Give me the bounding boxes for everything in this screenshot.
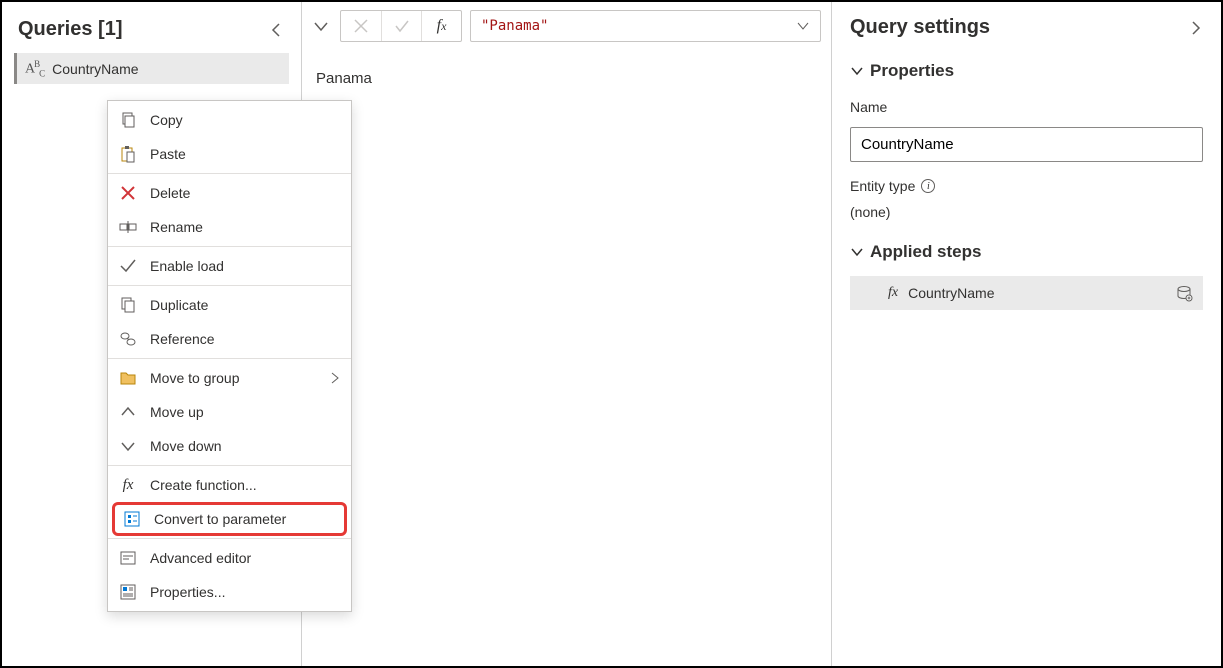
chevron-down-icon (118, 436, 138, 456)
rename-icon (118, 217, 138, 237)
editor-panel: fx "Panama" Panama (302, 2, 831, 666)
query-context-menu: Copy Paste Delete Rename Enable lo (107, 100, 352, 612)
applied-steps-section-header[interactable]: Applied steps (850, 236, 1203, 268)
menu-duplicate-label: Duplicate (150, 297, 208, 313)
text-type-icon: ABC (25, 59, 44, 78)
fx-icon: fx (118, 475, 138, 495)
delete-icon (118, 183, 138, 203)
formula-accept-button[interactable] (381, 11, 421, 41)
collapse-settings-panel-icon[interactable] (1187, 20, 1203, 36)
queries-panel-header: Queries [1] (14, 10, 289, 53)
formula-bar: fx "Panama" (302, 2, 831, 50)
formula-dropdown-icon[interactable] (796, 19, 810, 33)
menu-separator (108, 173, 351, 174)
menu-move-to-group[interactable]: Move to group (108, 361, 351, 395)
query-settings-header: Query settings (850, 10, 1203, 47)
queries-panel-title: Queries [1] (18, 18, 122, 41)
entity-type-label: Entity type (850, 178, 915, 194)
menu-reference[interactable]: Reference (108, 322, 351, 356)
formula-expand-icon[interactable] (312, 17, 332, 35)
menu-separator (108, 358, 351, 359)
menu-create-function[interactable]: fx Create function... (108, 468, 351, 502)
menu-copy-label: Copy (150, 112, 183, 128)
fx-icon: fx (888, 285, 898, 301)
name-field-label: Name (850, 95, 1203, 119)
query-settings-title: Query settings (850, 16, 990, 39)
formula-buttons: fx (340, 10, 462, 42)
chevron-down-icon (850, 64, 864, 78)
advanced-editor-icon (118, 548, 138, 568)
formula-cancel-button[interactable] (341, 11, 381, 41)
menu-move-down-label: Move down (150, 438, 222, 454)
applied-steps-section-title: Applied steps (870, 242, 981, 262)
step-name: CountryName (908, 285, 1165, 301)
step-settings-icon[interactable] (1175, 284, 1193, 302)
menu-properties[interactable]: Properties... (108, 575, 351, 609)
menu-delete-label: Delete (150, 185, 190, 201)
menu-properties-label: Properties... (150, 584, 225, 600)
parameter-icon (122, 509, 142, 529)
collapse-queries-panel-icon[interactable] (269, 22, 285, 38)
paste-icon (118, 144, 138, 164)
menu-convert-to-parameter-label: Convert to parameter (154, 511, 286, 527)
chevron-down-icon (850, 245, 864, 259)
query-settings-panel: Query settings Properties Name Entity ty… (831, 2, 1221, 666)
entity-type-label-row: Entity type i (850, 170, 1203, 194)
menu-rename-label: Rename (150, 219, 203, 235)
result-preview: Panama (302, 50, 831, 107)
menu-separator (108, 538, 351, 539)
menu-advanced-editor-label: Advanced editor (150, 550, 251, 566)
formula-input[interactable]: "Panama" (470, 10, 821, 42)
menu-move-up-label: Move up (150, 404, 204, 420)
formula-text: "Panama" (481, 18, 548, 34)
menu-paste-label: Paste (150, 146, 186, 162)
menu-enable-load[interactable]: Enable load (108, 249, 351, 283)
checkmark-icon (118, 256, 138, 276)
formula-fx-label: fx (421, 11, 461, 41)
properties-section-header[interactable]: Properties (850, 55, 1203, 87)
menu-separator (108, 285, 351, 286)
folder-icon (118, 368, 138, 388)
properties-icon (118, 582, 138, 602)
result-value: Panama (316, 70, 372, 87)
menu-paste[interactable]: Paste (108, 137, 351, 171)
queries-panel: Queries [1] ABC CountryName Copy Paste D… (2, 2, 302, 666)
menu-reference-label: Reference (150, 331, 215, 347)
entity-type-value: (none) (850, 202, 1203, 228)
menu-rename[interactable]: Rename (108, 210, 351, 244)
menu-separator (108, 246, 351, 247)
info-icon[interactable]: i (921, 179, 935, 193)
copy-icon (118, 110, 138, 130)
menu-enable-load-label: Enable load (150, 258, 224, 274)
menu-move-down[interactable]: Move down (108, 429, 351, 463)
query-item-label: CountryName (52, 61, 138, 77)
properties-section-title: Properties (870, 61, 954, 81)
reference-icon (118, 329, 138, 349)
menu-move-to-group-label: Move to group (150, 370, 240, 386)
menu-move-up[interactable]: Move up (108, 395, 351, 429)
menu-duplicate[interactable]: Duplicate (108, 288, 351, 322)
menu-delete[interactable]: Delete (108, 176, 351, 210)
duplicate-icon (118, 295, 138, 315)
chevron-right-icon (329, 372, 341, 384)
menu-copy[interactable]: Copy (108, 103, 351, 137)
menu-advanced-editor[interactable]: Advanced editor (108, 541, 351, 575)
menu-create-function-label: Create function... (150, 477, 257, 493)
query-item-countryname[interactable]: ABC CountryName (14, 53, 289, 84)
applied-step-item[interactable]: fx CountryName (850, 276, 1203, 310)
name-input[interactable] (850, 127, 1203, 162)
menu-convert-to-parameter[interactable]: Convert to parameter (112, 502, 347, 536)
menu-separator (108, 465, 351, 466)
chevron-up-icon (118, 402, 138, 422)
